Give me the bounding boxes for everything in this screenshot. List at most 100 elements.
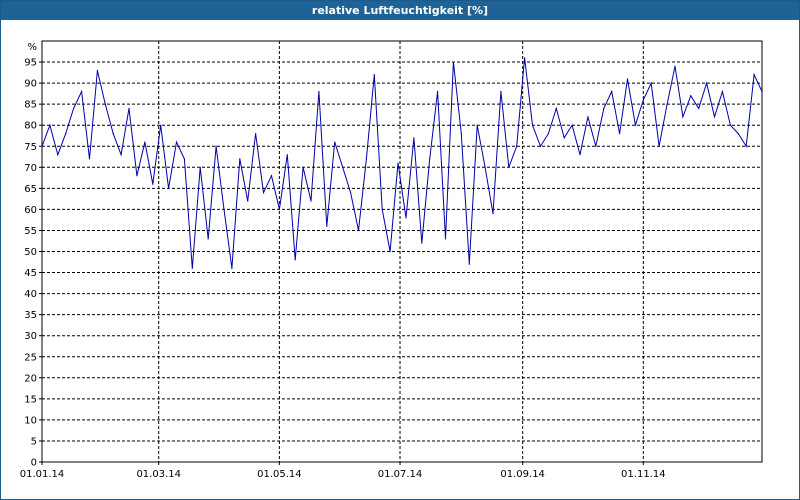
data-point <box>492 213 494 215</box>
y-tick-label: 70 <box>24 163 37 174</box>
data-point <box>223 208 225 210</box>
data-point <box>49 124 51 126</box>
data-point <box>255 133 257 135</box>
y-tick-label: 55 <box>24 226 37 237</box>
y-tick-label: 65 <box>24 184 37 195</box>
data-point <box>342 166 344 168</box>
data-point <box>460 133 462 135</box>
data-point <box>603 107 605 109</box>
data-point <box>413 137 415 139</box>
y-tick-label: 35 <box>24 310 37 321</box>
data-point <box>444 238 447 240</box>
data-point <box>698 107 700 109</box>
x-tick-label: 01.11.14 <box>621 469 666 480</box>
data-point <box>88 158 91 160</box>
data-point <box>199 166 201 168</box>
data-point <box>642 99 644 101</box>
y-tick-label: 60 <box>24 205 37 216</box>
data-point <box>500 90 502 93</box>
y-axis-unit-label: % <box>27 42 37 53</box>
data-point <box>531 124 534 126</box>
y-tick-label: 0 <box>31 458 37 469</box>
data-point <box>421 242 423 244</box>
data-point <box>658 145 660 147</box>
data-point <box>626 78 629 80</box>
data-point <box>262 191 265 194</box>
data-point <box>587 116 589 118</box>
data-point <box>682 116 684 118</box>
data-point <box>563 137 565 139</box>
x-tick-label: 01.07.14 <box>378 469 423 480</box>
y-axis-ticks: 0 5 10 15 20 25 30 35 40 45 50 55 60 65 70 75 80 85 90 95 <box>24 58 42 469</box>
data-point <box>183 158 186 160</box>
data-point <box>611 90 613 93</box>
data-point <box>650 82 652 84</box>
x-tick-label: 01.01.14 <box>20 469 65 480</box>
data-point <box>484 166 486 168</box>
y-tick-label: 50 <box>24 247 37 258</box>
data-point <box>690 95 692 97</box>
data-point <box>191 267 193 269</box>
data-point <box>41 145 43 147</box>
data-point <box>753 74 755 76</box>
y-tick-label: 75 <box>24 142 37 153</box>
data-point <box>96 69 98 72</box>
data-point <box>437 90 439 93</box>
data-point <box>373 74 375 76</box>
data-point <box>516 145 518 147</box>
y-tick-label: 95 <box>24 58 37 69</box>
y-tick-label: 45 <box>24 268 37 279</box>
data-point <box>389 250 391 253</box>
data-point <box>429 158 431 160</box>
data-point <box>136 175 138 177</box>
data-point <box>405 217 407 219</box>
data-point <box>104 103 106 105</box>
data-point <box>524 57 526 59</box>
line-chart: 0 5 10 15 20 25 30 35 40 45 50 55 60 65 70 75 80 85 90 95 0… <box>20 40 763 480</box>
y-tick-label: 20 <box>24 373 37 384</box>
data-point <box>761 90 763 93</box>
data-point <box>595 145 597 147</box>
data-point <box>231 267 233 269</box>
data-point <box>571 124 573 126</box>
data-point <box>65 133 67 135</box>
y-tick-label: 80 <box>24 121 37 132</box>
data-point <box>167 187 170 189</box>
data-point <box>468 263 470 265</box>
data-point <box>539 145 542 147</box>
chart-window: relative Luftfeuchtigkeit [%] 0 5 10 15 20 25… <box>0 0 800 500</box>
data-point <box>207 238 209 240</box>
data-point <box>57 154 59 156</box>
data-point <box>270 175 273 177</box>
data-point <box>152 183 154 185</box>
data-point <box>318 90 320 93</box>
y-tick-label: 40 <box>24 289 37 300</box>
data-point <box>666 103 668 105</box>
data-point <box>239 158 241 160</box>
y-tick-label: 5 <box>31 436 37 447</box>
data-point <box>310 200 312 202</box>
data-point <box>397 162 399 164</box>
data-point <box>452 61 455 63</box>
data-point <box>349 191 352 194</box>
data-point <box>674 65 676 67</box>
data-point <box>365 158 367 160</box>
data-point <box>634 124 637 126</box>
data-point <box>175 141 178 143</box>
data-point <box>579 154 581 156</box>
data-point <box>706 82 708 84</box>
data-point <box>302 166 304 168</box>
data-point <box>618 133 621 135</box>
data-point <box>160 124 162 126</box>
data-point <box>508 166 510 168</box>
data-point <box>334 141 336 143</box>
data-point <box>721 90 724 93</box>
data-point <box>326 225 328 227</box>
y-tick-label: 90 <box>24 79 37 90</box>
data-point <box>547 133 549 135</box>
data-point <box>73 107 75 109</box>
data-point <box>128 107 130 109</box>
data-point <box>80 90 83 93</box>
data-point <box>381 208 383 210</box>
data-point <box>120 154 122 156</box>
